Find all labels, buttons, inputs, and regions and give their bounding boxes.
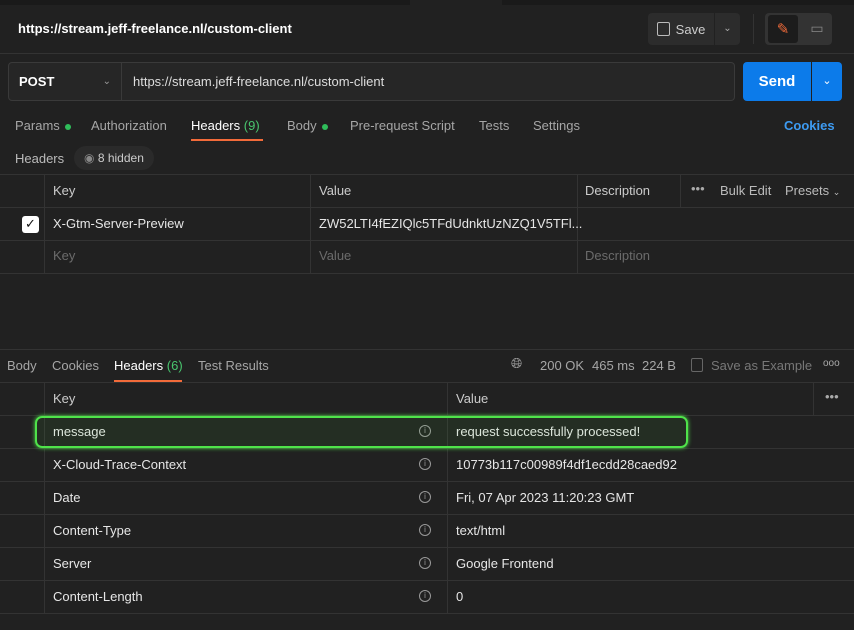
url-input[interactable] [122, 62, 735, 101]
info-icon[interactable]: i [419, 557, 431, 569]
divider [0, 207, 854, 208]
divider [0, 547, 854, 548]
cookies-link[interactable]: Cookies [784, 118, 835, 133]
response-header-value[interactable]: 0 [456, 589, 463, 604]
send-button[interactable]: Send [743, 62, 811, 101]
save-dropdown-button[interactable]: ⌄ [715, 13, 740, 45]
status-dot [321, 123, 328, 130]
divider [0, 448, 854, 449]
header-enabled-checkbox[interactable]: ✓ [22, 216, 39, 233]
info-icon[interactable]: i [419, 458, 431, 470]
response-header-value[interactable]: Google Frontend [456, 556, 554, 571]
divider [0, 273, 854, 274]
tab-headers[interactable]: Headers (9) [191, 118, 260, 133]
pencil-icon[interactable]: ✎ [768, 15, 798, 43]
pane-divider[interactable] [0, 349, 854, 350]
more-options-icon[interactable]: ooo [823, 358, 840, 369]
active-tab-underline [191, 139, 263, 141]
globe-icon[interactable]: 🌐︎ [511, 356, 522, 372]
presets-dropdown[interactable]: Presets ⌄ [785, 183, 840, 198]
response-header-key[interactable]: Content-Type [53, 523, 131, 538]
tab-settings[interactable]: Settings [533, 118, 580, 133]
status-code[interactable]: 200 OK [540, 358, 584, 373]
response-tab-body[interactable]: Body [7, 358, 37, 373]
save-button[interactable]: Save [648, 13, 714, 45]
response-header-value[interactable]: text/html [456, 523, 505, 538]
highlight-box [35, 416, 688, 448]
send-dropdown-button[interactable]: ⌄ [812, 62, 842, 101]
column-header-value: Value [456, 391, 489, 406]
info-icon[interactable]: i [419, 524, 431, 536]
divider [310, 174, 311, 273]
divider [0, 481, 854, 482]
header-value[interactable]: ZW52LTI4fEZIQlc5TFdUdnktUzNZQ1V5TFl... [319, 216, 582, 231]
response-header-key[interactable]: Date [53, 490, 80, 505]
response-header-value[interactable]: Fri, 07 Apr 2023 11:20:23 GMT [456, 490, 634, 505]
new-key-input[interactable]: Key [53, 248, 75, 263]
divider [0, 382, 854, 383]
column-header-key: Key [53, 391, 76, 406]
save-icon [691, 358, 703, 372]
chevron-down-icon: ⌄ [102, 76, 111, 87]
divider [753, 14, 754, 44]
bulk-edit-button[interactable]: Bulk Edit [720, 183, 771, 198]
new-value-input[interactable]: Value [319, 248, 351, 263]
divider [0, 174, 854, 175]
response-header-key[interactable]: Server [53, 556, 91, 571]
save-icon [656, 22, 670, 36]
info-icon[interactable]: i [419, 590, 431, 602]
response-header-value[interactable]: 10773b117c00989f4df1ecdd28caed92 [456, 457, 677, 472]
tab-tests[interactable]: Tests [479, 118, 509, 133]
divider [0, 580, 854, 581]
divider [0, 514, 854, 515]
divider [0, 240, 854, 241]
divider [0, 613, 854, 614]
divider [0, 53, 854, 54]
new-description-input[interactable]: Description [585, 248, 650, 263]
divider [813, 382, 814, 415]
response-tab-test-results[interactable]: Test Results [198, 358, 269, 373]
request-title: https://stream.jeff-freelance.nl/custom-… [18, 21, 292, 36]
eye-icon: ◉ [84, 151, 95, 165]
tab-params[interactable]: Params [15, 118, 71, 133]
comment-icon[interactable]: ▭ [804, 15, 830, 43]
response-header-key[interactable]: Content-Length [53, 589, 143, 604]
column-header-value: Value [319, 183, 352, 198]
more-options-icon[interactable]: ••• [691, 181, 705, 196]
info-icon[interactable]: i [419, 491, 431, 503]
response-header-key[interactable]: X-Cloud-Trace-Context [53, 457, 186, 472]
tab-body[interactable]: Body [287, 118, 328, 133]
column-header-description: Description [585, 183, 651, 198]
divider [680, 174, 681, 207]
more-options-icon[interactable]: ••• [825, 389, 839, 404]
status-dot [64, 123, 71, 130]
tab-pre-request-script[interactable]: Pre-request Script [350, 118, 455, 133]
hidden-headers-toggle[interactable]: ◉ 8 hidden [74, 146, 154, 170]
response-tab-headers[interactable]: Headers (6) [114, 358, 183, 373]
response-size[interactable]: 224 B [642, 358, 676, 373]
response-time[interactable]: 465 ms [592, 358, 635, 373]
headers-section-label: Headers [15, 151, 65, 166]
divider [44, 174, 45, 273]
tab-authorization[interactable]: Authorization [91, 118, 167, 133]
method-select[interactable]: POST ⌄ [8, 62, 122, 101]
save-as-example-button[interactable]: Save as Example [711, 358, 812, 373]
header-key[interactable]: X-Gtm-Server-Preview [53, 216, 184, 231]
active-tab-edge [410, 0, 502, 5]
column-header-key: Key [53, 183, 76, 198]
response-tab-cookies[interactable]: Cookies [52, 358, 99, 373]
